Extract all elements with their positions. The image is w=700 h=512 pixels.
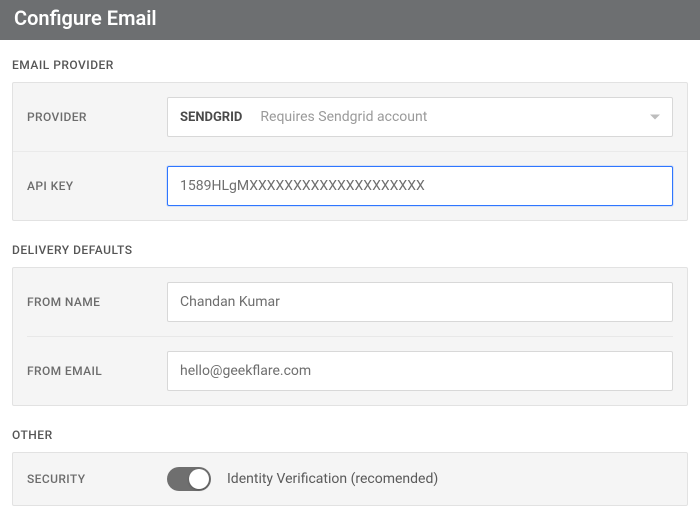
label-security: SECURITY [27,472,167,486]
section-label-email-provider: EMAIL PROVIDER [12,58,688,72]
panel-email-provider: PROVIDER SENDGRID Requires Sendgrid acco… [12,82,688,221]
row-provider: PROVIDER SENDGRID Requires Sendgrid acco… [13,83,687,151]
label-from-name: FROM NAME [27,295,167,309]
from-email-input[interactable] [167,351,673,391]
label-from-email: FROM EMAIL [27,364,167,378]
page-body: EMAIL PROVIDER PROVIDER SENDGRID Require… [0,40,700,506]
row-security: SECURITY Identity Verification (recomend… [13,453,687,505]
security-toggle[interactable] [167,467,211,491]
panel-delivery-defaults: FROM NAME FROM EMAIL [12,267,688,406]
label-api-key: API KEY [27,179,167,193]
section-label-delivery-defaults: DELIVERY DEFAULTS [12,243,688,257]
provider-select-hint: Requires Sendgrid account [260,109,427,125]
security-toggle-label: Identity Verification (recomended) [227,471,438,487]
row-from-email: FROM EMAIL [13,337,687,405]
from-name-input[interactable] [167,282,673,322]
page-title: Configure Email [14,6,157,30]
provider-select[interactable]: SENDGRID Requires Sendgrid account [167,97,673,137]
chevron-down-icon [650,115,660,120]
panel-other: SECURITY Identity Verification (recomend… [12,452,688,506]
label-provider: PROVIDER [27,110,167,124]
page-header: Configure Email [0,0,700,40]
api-key-input[interactable] [167,166,673,206]
provider-select-value: SENDGRID [180,110,242,125]
row-api-key: API KEY [13,151,687,220]
security-toggle-wrap: Identity Verification (recomended) [167,467,673,491]
toggle-knob-icon [189,469,209,489]
section-label-other: OTHER [12,428,688,442]
row-from-name: FROM NAME [13,268,687,336]
